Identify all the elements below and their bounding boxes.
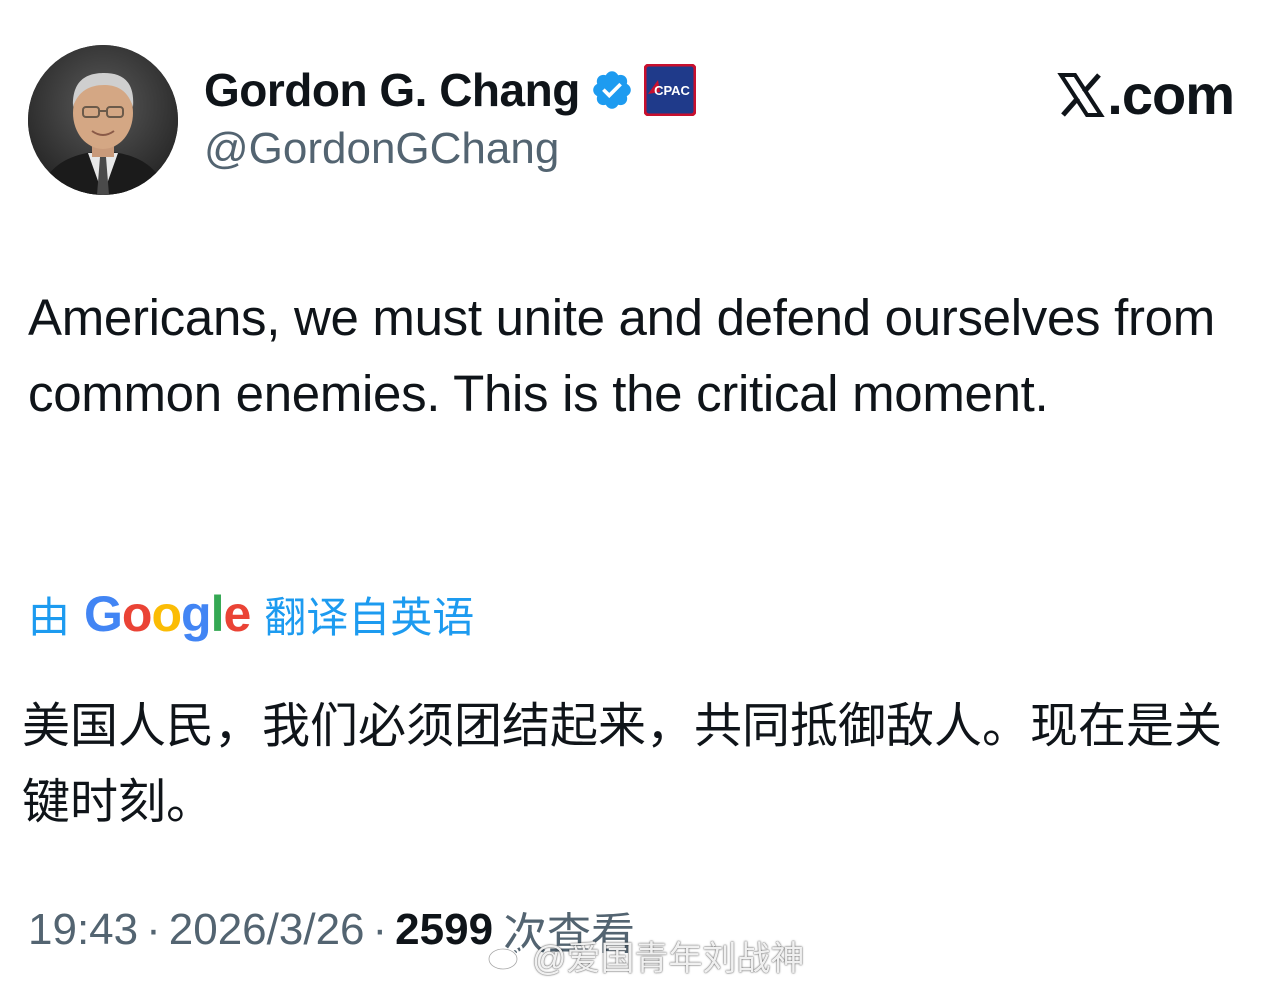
tweet-text: Americans, we must unite and defend ours… [28, 289, 1215, 422]
meta-separator: · [146, 905, 161, 954]
verified-check-icon[interactable] [590, 68, 634, 112]
avatar[interactable] [28, 45, 178, 195]
weibo-icon [487, 942, 524, 971]
brand-domain-text: .com [1107, 63, 1235, 126]
views-count[interactable]: 2599 [395, 905, 493, 955]
translated-tweet-text: 美国人民，我们必须团结起来，共同抵御敌人。现在是关键时刻。 [22, 698, 1223, 830]
translation-prefix: 由 [28, 593, 71, 641]
translation-attribution[interactable]: 由 Google 翻译自英语 [28, 582, 474, 646]
x-logo-icon [1057, 72, 1105, 117]
avatar-photo-icon [28, 45, 178, 195]
meta-separator: · [372, 905, 388, 954]
author-handle[interactable]: @GordonGChang [204, 124, 559, 174]
brand-watermark: .com [1057, 62, 1235, 127]
cpac-badge-icon[interactable]: CPAC [643, 64, 696, 116]
author-display-name[interactable]: Gordon G. Chang [204, 63, 580, 117]
translation-suffix: 翻译自英语 [264, 593, 475, 641]
weibo-watermark: @爱国青年刘战神 [486, 930, 805, 980]
author-name-row: Gordon G. Chang CPAC [204, 60, 696, 120]
watermark-text: @爱国青年刘战神 [532, 939, 805, 978]
google-logo: Google [84, 586, 251, 642]
tweet-date[interactable]: 2026/3/26 [169, 905, 365, 955]
tweet-time[interactable]: 19:43 [28, 905, 138, 955]
cpac-badge-text: CPAC [654, 83, 690, 98]
